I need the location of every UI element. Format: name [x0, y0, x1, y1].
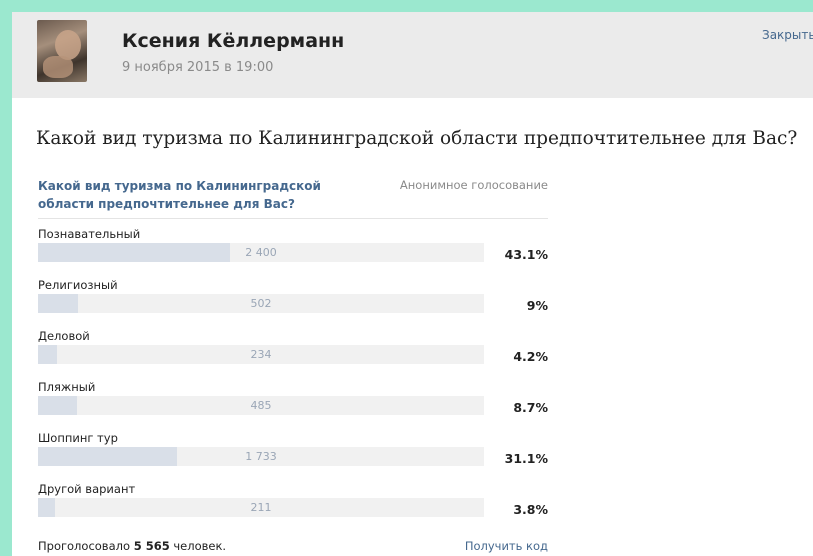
total-suffix: человек.	[173, 539, 227, 553]
poll-option-bar: 502	[38, 294, 484, 313]
poll-option-votes: 211	[250, 501, 272, 514]
poll-option[interactable]: Шоппинг тур 1 733 31.1%	[38, 431, 548, 483]
poll-option[interactable]: Религиозный 502 9%	[38, 278, 548, 330]
poll-option-percent: 9%	[526, 298, 548, 313]
avatar-hand	[43, 56, 73, 78]
poll-option[interactable]: Пляжный 485 8.7%	[38, 380, 548, 432]
post-question: Какой вид туризма по Калининградской обл…	[36, 128, 798, 149]
post-card: Ксения Кёллерманн 9 ноября 2015 в 19:00 …	[12, 12, 813, 556]
poll-option-votes: 1 733	[245, 450, 277, 463]
poll-option-votes: 485	[250, 399, 272, 412]
poll-option[interactable]: Другой вариант 211 3.8%	[38, 482, 548, 534]
total-prefix: Проголосовало	[38, 539, 131, 553]
poll-option-percent: 8.7%	[513, 400, 548, 415]
post-date[interactable]: 9 ноября 2015 в 19:00	[122, 60, 273, 75]
total-votes: 5 565	[133, 539, 170, 553]
poll-option-votes: 2 400	[245, 246, 277, 259]
poll-option-label: Другой вариант	[38, 482, 136, 496]
poll-option-percent: 3.8%	[513, 502, 548, 517]
poll-option[interactable]: Деловой 234 4.2%	[38, 329, 548, 381]
poll-option-votes: 502	[250, 297, 272, 310]
author-name[interactable]: Ксения Кёллерманн	[122, 30, 344, 52]
poll-option-percent: 43.1%	[504, 247, 548, 262]
poll-option-bar: 211	[38, 498, 484, 517]
poll-option-bar: 234	[38, 345, 484, 364]
poll-option[interactable]: Познавательный 2 400 43.1%	[38, 227, 548, 279]
poll-title: Какой вид туризма по Калининградской обл…	[38, 179, 321, 211]
poll-option-label: Познавательный	[38, 227, 141, 241]
close-link[interactable]: Закрыть	[762, 28, 813, 42]
poll-option-label: Шоппинг тур	[38, 431, 118, 445]
poll-divider	[38, 218, 548, 219]
poll-option-votes: 234	[250, 348, 272, 361]
get-code-link[interactable]: Получить код	[465, 539, 548, 553]
poll-option-label: Пляжный	[38, 380, 96, 394]
poll-option-bar: 2 400	[38, 243, 484, 262]
poll-option-bar: 1 733	[38, 447, 484, 466]
poll-option-percent: 4.2%	[513, 349, 548, 364]
poll-total: Проголосовало 5 565 человек.	[38, 539, 226, 553]
post-header: Ксения Кёллерманн 9 ноября 2015 в 19:00 …	[12, 12, 813, 98]
poll: Какой вид туризма по Калининградской обл…	[38, 177, 548, 556]
poll-option-label: Религиозный	[38, 278, 118, 292]
poll-option-percent: 31.1%	[504, 451, 548, 466]
poll-option-label: Деловой	[38, 329, 90, 343]
poll-type-label: Анонимное голосование	[399, 178, 548, 192]
author-avatar[interactable]	[37, 20, 87, 82]
poll-option-bar: 485	[38, 396, 484, 415]
